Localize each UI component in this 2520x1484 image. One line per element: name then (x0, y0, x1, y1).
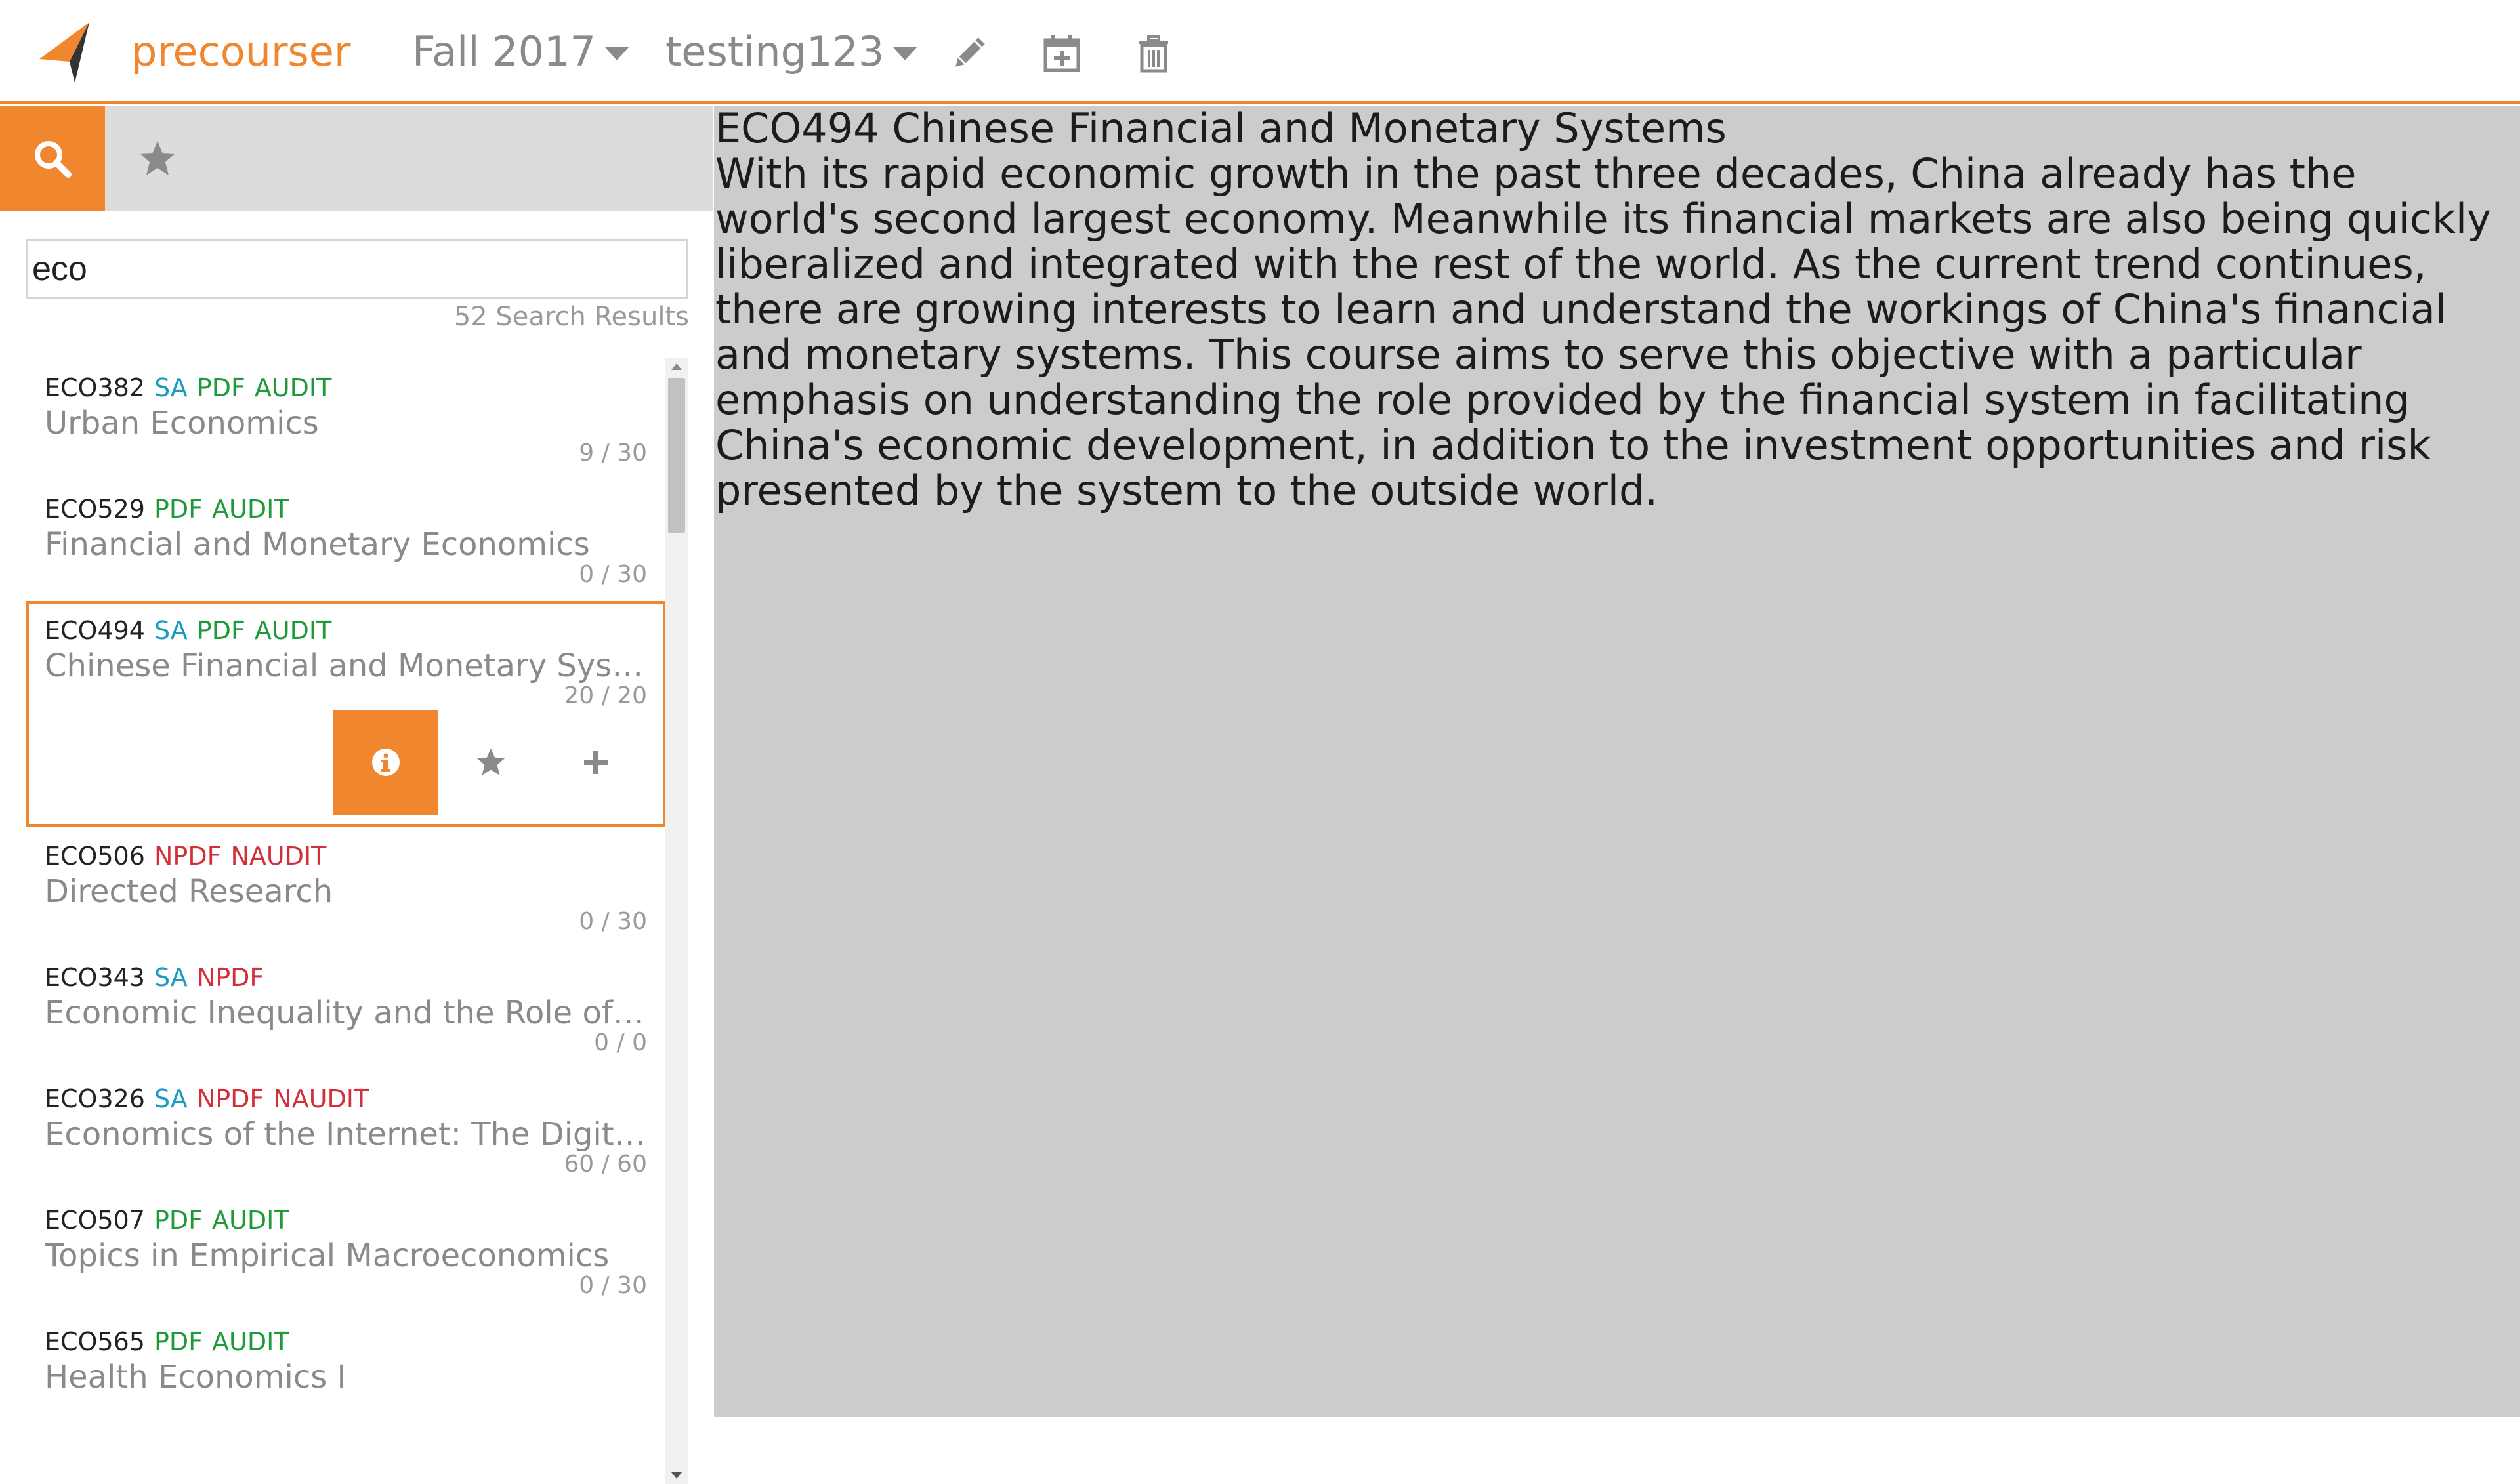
course-enrollment: 60 / 60 (564, 1151, 647, 1178)
sidebar: 52 Search Results ECO382 SA PDF AUDIT Urban … (0, 106, 713, 1484)
course-title: Directed Research (45, 873, 333, 910)
course-header-row: ECO326 SA NPDF NAUDIT (45, 1082, 369, 1115)
course-item-selected[interactable]: ECO494 SA PDF AUDIT Chinese Financial and Mo… (26, 601, 665, 827)
course-description: With its rapid economic growth in the pa… (715, 150, 2491, 514)
course-info-button[interactable] (333, 710, 438, 815)
course-tag: AUDIT (212, 1327, 289, 1356)
course-actions (333, 710, 651, 815)
course-title: Economic Inequality and the Role of Gove… (45, 995, 648, 1031)
term-label: Fall 2017 (412, 28, 596, 75)
course-tag: PDF (154, 1327, 203, 1356)
course-tag: PDF (196, 616, 245, 645)
schedule-label: testing123 (665, 28, 885, 75)
top-bar: precourser Fall 2017 testing123 (0, 0, 2520, 104)
course-item[interactable]: ECO507 PDF AUDIT Topics in Empirical Macroe… (26, 1191, 665, 1312)
course-tag: NPDF (196, 1084, 264, 1113)
course-header-row: ECO507 PDF AUDIT (45, 1204, 289, 1237)
course-header-row: ECO506 NPDF NAUDIT (45, 840, 326, 873)
star-icon (476, 748, 505, 775)
course-code: ECO343 (45, 963, 145, 992)
favorite-course-button[interactable] (438, 710, 543, 815)
course-code: ECO506 (45, 842, 145, 871)
course-tag: NAUDIT (230, 842, 327, 871)
course-header-row: ECO529 PDF AUDIT (45, 493, 289, 526)
course-enrollment: 0 / 30 (579, 908, 647, 935)
course-item[interactable]: ECO565 PDF AUDIT Health Economics I (26, 1312, 665, 1433)
course-enrollment: 0 / 0 (594, 1029, 647, 1056)
course-tag: PDF (154, 1206, 203, 1235)
pencil-icon[interactable] (949, 34, 988, 73)
course-enrollment: 0 / 30 (579, 561, 647, 588)
course-tag: AUDIT (254, 373, 332, 402)
course-title: Health Economics I (45, 1359, 346, 1395)
course-tag: NPDF (154, 842, 222, 871)
course-title: Topics in Empirical Macroeconomics (45, 1237, 610, 1274)
chevron-down-icon (893, 47, 917, 60)
course-header-row: ECO382 SA PDF AUDIT (45, 371, 331, 404)
info-icon (372, 749, 400, 776)
course-enrollment: 9 / 30 (579, 440, 647, 466)
course-item[interactable]: ECO529 PDF AUDIT Financial and Monetary Eco… (26, 480, 665, 601)
schedule-dropdown[interactable]: testing123 (665, 29, 917, 75)
course-header-row: ECO494 SA PDF AUDIT (45, 614, 331, 647)
course-code: ECO529 (45, 495, 145, 524)
course-tag: SA (154, 1084, 188, 1113)
course-list[interactable]: ECO382 SA PDF AUDIT Urban Economics 9 / 30 ECO… (26, 358, 688, 1484)
course-tag: AUDIT (254, 616, 332, 645)
course-code: ECO326 (45, 1084, 145, 1113)
course-tag: NAUDIT (273, 1084, 369, 1113)
course-enrollment: 0 / 30 (579, 1272, 647, 1299)
course-tag: NPDF (196, 963, 264, 992)
course-tag: PDF (196, 373, 245, 402)
result-count: 52 Search Results (453, 302, 689, 332)
course-item[interactable]: ECO506 NPDF NAUDIT Directed Research 0 / 30 (26, 827, 665, 948)
search-input[interactable] (26, 239, 688, 299)
scrollbar[interactable] (665, 358, 688, 1484)
plus-icon (584, 751, 608, 774)
course-header-row: ECO343 SA NPDF (45, 961, 264, 994)
course-tag: AUDIT (212, 1206, 289, 1235)
sidebar-tabs (0, 106, 713, 211)
tab-search[interactable] (0, 106, 105, 211)
course-tag: SA (154, 963, 188, 992)
search-icon (35, 141, 72, 178)
calendar-plus-icon[interactable] (1042, 34, 1082, 73)
trash-icon[interactable] (1134, 34, 1173, 73)
course-detail-panel: ECO494 Chinese Financial and Monetary Sy… (714, 106, 2520, 1417)
tab-favorites[interactable] (105, 106, 210, 211)
course-item[interactable]: ECO326 SA NPDF NAUDIT Economics of the Inter… (26, 1069, 665, 1191)
course-item[interactable]: ECO382 SA PDF AUDIT Urban Economics 9 / 30 (26, 358, 665, 480)
course-tag: AUDIT (212, 495, 289, 524)
course-title: Financial and Monetary Economics (45, 526, 590, 563)
star-icon (140, 141, 175, 175)
course-tag: SA (154, 616, 188, 645)
course-code: ECO382 (45, 373, 145, 402)
brand-name[interactable]: precourser (131, 29, 350, 75)
course-title: Chinese Financial and Monetary Systems (45, 648, 648, 684)
course-title: Urban Economics (45, 405, 319, 442)
course-enrollment: 20 / 20 (564, 682, 647, 709)
course-detail-title: ECO494 Chinese Financial and Monetary Sy… (715, 104, 1727, 152)
paper-plane-logo-icon[interactable] (37, 20, 96, 85)
course-code: ECO494 (45, 616, 145, 645)
course-tag: PDF (154, 495, 203, 524)
course-code: ECO565 (45, 1327, 145, 1356)
add-course-button[interactable] (543, 710, 648, 815)
scroll-up-arrow[interactable] (671, 363, 682, 370)
course-item[interactable]: ECO343 SA NPDF Economic Inequality and the … (26, 948, 665, 1069)
course-title: Economics of the Internet: The Digital R… (45, 1116, 648, 1153)
scrollbar-thumb[interactable] (668, 378, 685, 533)
term-dropdown[interactable]: Fall 2017 (412, 29, 629, 75)
course-code: ECO507 (45, 1206, 145, 1235)
course-header-row: ECO565 PDF AUDIT (45, 1325, 289, 1358)
course-tag: SA (154, 373, 188, 402)
scroll-down-arrow[interactable] (671, 1472, 682, 1479)
chevron-down-icon (604, 47, 629, 60)
